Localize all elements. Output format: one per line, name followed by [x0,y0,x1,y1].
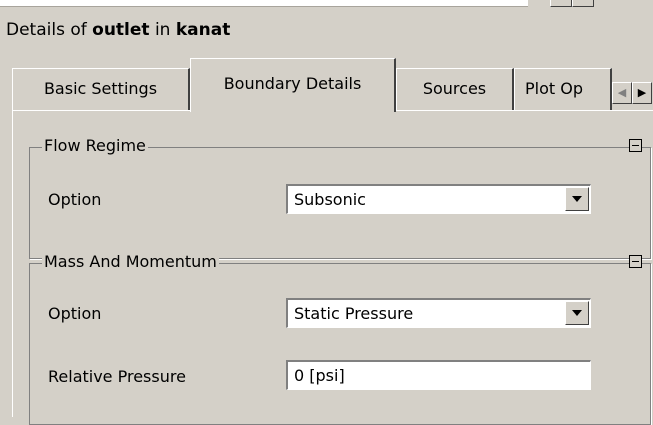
top-button-right[interactable] [572,0,594,7]
tab-label: Sources [422,79,487,98]
tab-bar: Basic Settings Boundary Details Sources … [0,56,653,112]
mass-momentum-option-label: Option [48,304,102,323]
boundary-details-panel: Flow Regime Option Subsonic Mass And Mom… [12,110,653,425]
header-middle: in [154,20,171,40]
tab-scroll-left-button[interactable]: ◀ [612,82,632,104]
chevron-down-icon[interactable] [565,187,589,211]
flow-regime-title: Flow Regime [42,136,148,155]
flow-regime-group: Flow Regime Option Subsonic [29,136,651,259]
tab-boundary-details[interactable]: Boundary Details [190,58,396,112]
tab-label: Plot Op [525,79,583,98]
tab-scroll-right-button[interactable]: ▶ [632,82,652,104]
tab-label: Boundary Details [223,74,362,93]
tab-plot-options[interactable]: Plot Op [514,68,612,110]
relative-pressure-value: 0 [psi] [294,366,345,385]
chevron-down-icon[interactable] [565,301,589,325]
collapse-icon[interactable] [629,139,642,152]
top-white-strip [0,0,528,7]
title-bar-remnant [0,0,653,10]
relative-pressure-field[interactable]: 0 [psi] [286,360,591,390]
header-domain-name: kanat [175,20,231,40]
collapse-icon[interactable] [629,255,642,268]
relative-pressure-label: Relative Pressure [48,367,186,386]
arrow-right-icon: ▶ [637,86,647,99]
mass-momentum-option-select[interactable]: Static Pressure [286,298,591,328]
mass-momentum-option-value: Static Pressure [294,304,414,323]
tab-label: Basic Settings [43,79,158,98]
flow-regime-option-value: Subsonic [294,190,366,209]
top-button-left[interactable] [550,0,572,7]
arrow-left-icon: ◀ [617,86,627,99]
details-header: Details of outlet in kanat [6,20,230,40]
flow-regime-option-select[interactable]: Subsonic [286,184,591,214]
tab-basic-settings[interactable]: Basic Settings [12,68,190,110]
mass-momentum-group: Mass And Momentum Option Static Pressure… [29,252,651,425]
mass-momentum-title: Mass And Momentum [42,252,219,271]
header-object-name: outlet [92,20,150,40]
header-prefix: Details of [6,20,87,40]
tab-sources[interactable]: Sources [396,68,514,110]
flow-regime-option-label: Option [48,190,102,209]
